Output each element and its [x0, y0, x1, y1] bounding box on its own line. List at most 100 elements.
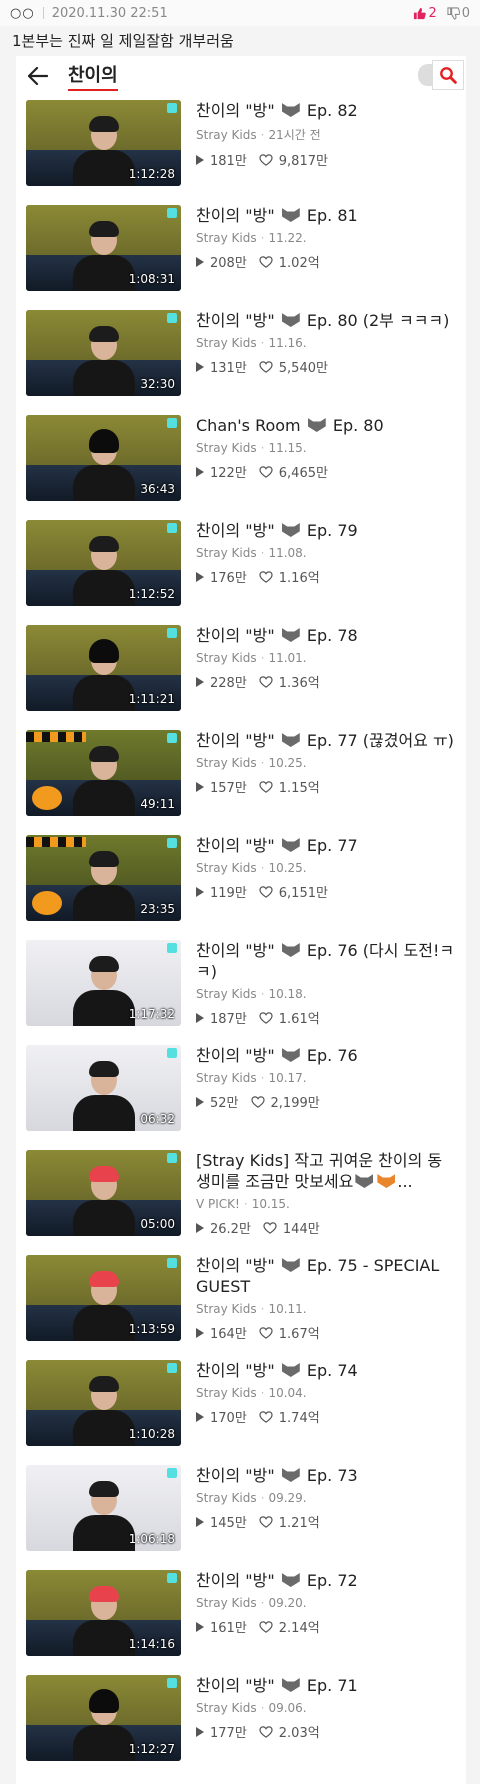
video-title[interactable]: 찬이의 "방" Ep. 81	[196, 205, 456, 226]
video-title[interactable]: 찬이의 "방" Ep. 78	[196, 625, 456, 646]
video-list-item[interactable]: 06:32 찬이의 "방" Ep. 76 Stray Kids · 10.17. 52만 2…	[16, 1045, 466, 1150]
video-thumbnail[interactable]: 1:14:16	[26, 1570, 181, 1656]
video-thumbnail[interactable]: 49:11	[26, 730, 181, 816]
thumbnail-person-body	[72, 1410, 135, 1446]
video-title-main: 찬이의 "방"	[196, 836, 275, 855]
video-title[interactable]: 찬이의 "방" Ep. 76 (다시 도전!ㅋㅋ)	[196, 940, 456, 982]
video-thumbnail[interactable]: 1:12:52	[26, 520, 181, 606]
fox-emoji-icon	[355, 1174, 374, 1188]
channel-name[interactable]: Stray Kids	[196, 546, 257, 560]
video-thumbnail[interactable]: 23:35	[26, 835, 181, 921]
video-list-item[interactable]: 1:17:32 찬이의 "방" Ep. 76 (다시 도전!ㅋㅋ) Stray Ki…	[16, 940, 466, 1045]
channel-name[interactable]: Stray Kids	[196, 651, 257, 665]
channel-name[interactable]: Stray Kids	[196, 1302, 257, 1316]
video-stats: 131만 5,540만	[196, 357, 456, 376]
channel-name[interactable]: Stray Kids	[196, 336, 257, 350]
thumbs-down-icon	[447, 6, 460, 20]
thumbnail-person-body	[72, 465, 135, 501]
video-stats: 119만 6,151만	[196, 882, 456, 901]
video-thumbnail[interactable]: 32:30	[26, 310, 181, 396]
video-title-main: 찬이의 "방"	[196, 206, 275, 225]
channel-name[interactable]: Stray Kids	[196, 231, 257, 245]
upvote-button[interactable]: 2	[413, 6, 437, 21]
video-title[interactable]: 찬이의 "방" Ep. 79	[196, 520, 456, 541]
fox-emoji-icon	[281, 313, 300, 327]
video-list-item[interactable]: 1:13:59 찬이의 "방" Ep. 75 - SPECIAL GUEST Str…	[16, 1255, 466, 1360]
channel-name[interactable]: Stray Kids	[196, 1071, 257, 1085]
vlive-badge-icon	[167, 523, 177, 533]
channel-name[interactable]: Stray Kids	[196, 441, 257, 455]
video-title[interactable]: [Stray Kids] 작고 귀여운 찬이의 동생미를 조금만 맛보세요...	[196, 1150, 456, 1192]
video-title-episode: Ep. 80	[332, 416, 384, 435]
video-thumbnail[interactable]: 1:13:59	[26, 1255, 181, 1341]
video-title[interactable]: 찬이의 "방" Ep. 74	[196, 1360, 456, 1381]
channel-name[interactable]: Stray Kids	[196, 1386, 257, 1400]
video-list-item[interactable]: 1:08:31 찬이의 "방" Ep. 81 Stray Kids · 11.22. 20…	[16, 205, 466, 310]
thumbnail-person-body	[72, 360, 135, 396]
video-list-item[interactable]: 23:35 찬이의 "방" Ep. 77 Stray Kids · 10.25. 119만…	[16, 835, 466, 940]
video-thumbnail[interactable]: 1:11:21	[26, 625, 181, 711]
video-stats: 52만 2,199만	[196, 1092, 456, 1111]
video-title[interactable]: 찬이의 "방" Ep. 76	[196, 1045, 456, 1066]
channel-name[interactable]: Stray Kids	[196, 861, 257, 875]
channel-name[interactable]: Stray Kids	[196, 1491, 257, 1505]
video-list-item[interactable]: 05:00 [Stray Kids] 작고 귀여운 찬이의 동생미를 조금만 맛보…	[16, 1150, 466, 1255]
video-title[interactable]: 찬이의 "방" Ep. 82	[196, 100, 456, 121]
video-meta: 찬이의 "방" Ep. 77 (끊겼어요 ㅠ) Stray Kids · 10.25.…	[196, 730, 456, 796]
search-query-text[interactable]: 찬이의	[68, 61, 118, 91]
search-button[interactable]	[432, 60, 464, 90]
video-thumbnail[interactable]: 06:32	[26, 1045, 181, 1131]
video-list-item[interactable]: 1:10:28 찬이의 "방" Ep. 74 Stray Kids · 10.04. 17…	[16, 1360, 466, 1465]
video-list-item[interactable]: 36:43 Chan's Room Ep. 80 Stray Kids · 11.15.…	[16, 415, 466, 520]
video-title[interactable]: Chan's Room Ep. 80	[196, 415, 456, 436]
channel-name[interactable]: Stray Kids	[196, 987, 257, 1001]
channel-name[interactable]: Stray Kids	[196, 1701, 257, 1715]
video-title[interactable]: 찬이의 "방" Ep. 71	[196, 1675, 456, 1696]
video-list-item[interactable]: 1:14:16 찬이의 "방" Ep. 72 Stray Kids · 09.20. 16…	[16, 1570, 466, 1675]
video-thumbnail[interactable]: 1:08:31	[26, 205, 181, 291]
video-title-episode: Ep. 82	[306, 101, 358, 120]
video-stats: 145만 1.21억	[196, 1512, 456, 1531]
video-list-item[interactable]: 32:30 찬이의 "방" Ep. 80 (2부 ㅋㅋㅋ) Stray Kids · 1…	[16, 310, 466, 415]
channel-name[interactable]: Stray Kids	[196, 1596, 257, 1610]
video-title[interactable]: 찬이의 "방" Ep. 72	[196, 1570, 456, 1591]
video-thumbnail[interactable]: 1:12:27	[26, 1675, 181, 1761]
author-name[interactable]: ○○	[10, 6, 35, 21]
play-count: 52만	[210, 1096, 239, 1111]
video-list-item[interactable]: 49:11 찬이의 "방" Ep. 77 (끊겼어요 ㅠ) Stray Kids · 1…	[16, 730, 466, 835]
video-title[interactable]: 찬이의 "방" Ep. 77	[196, 835, 456, 856]
video-list-item[interactable]: 1:12:27 찬이의 "방" Ep. 71 Stray Kids · 09.06. 17…	[16, 1675, 466, 1780]
video-title[interactable]: 찬이의 "방" Ep. 80 (2부 ㅋㅋㅋ)	[196, 310, 456, 331]
video-thumbnail[interactable]: 1:12:28	[26, 100, 181, 186]
video-list-item[interactable]: 1:06:18 찬이의 "방" Ep. 73 Stray Kids · 09.29. 14…	[16, 1465, 466, 1570]
video-thumbnail[interactable]: 36:43	[26, 415, 181, 501]
video-list-item[interactable]: 1:12:28 찬이의 "방" Ep. 82 Stray Kids · 21시간 전 18…	[16, 100, 466, 205]
thumbnail-person-hair	[88, 639, 119, 663]
video-title[interactable]: 찬이의 "방" Ep. 73	[196, 1465, 456, 1486]
vlive-badge-icon	[167, 313, 177, 323]
video-thumbnail[interactable]: 1:10:28	[26, 1360, 181, 1446]
channel-name[interactable]: Stray Kids	[196, 128, 257, 142]
channel-name[interactable]: Stray Kids	[196, 756, 257, 770]
video-thumbnail[interactable]: 05:00	[26, 1150, 181, 1236]
video-title[interactable]: 찬이의 "방" Ep. 77 (끊겼어요 ㅠ)	[196, 730, 456, 751]
video-duration: 1:11:21	[128, 692, 175, 706]
play-count-icon	[196, 1621, 204, 1632]
separator-dot: ·	[243, 1197, 248, 1211]
video-thumbnail[interactable]: 1:06:18	[26, 1465, 181, 1551]
back-arrow-icon[interactable]	[24, 62, 52, 90]
separator-dot: ·	[260, 128, 265, 142]
video-title[interactable]: 찬이의 "방" Ep. 75 - SPECIAL GUEST	[196, 1255, 456, 1297]
video-list-item[interactable]: 1:11:21 찬이의 "방" Ep. 78 Stray Kids · 11.01. 22…	[16, 625, 466, 730]
channel-name[interactable]: V PICK!	[196, 1197, 240, 1211]
video-subline: Stray Kids · 21시간 전	[196, 126, 456, 143]
like-count: 1.02억	[278, 256, 320, 271]
video-list-item[interactable]: 1:12:52 찬이의 "방" Ep. 79 Stray Kids · 11.08. 17…	[16, 520, 466, 625]
thumbnail-person-hair	[88, 1481, 119, 1497]
play-count: 157만	[210, 781, 247, 796]
thumbnail-person-hair	[88, 956, 119, 972]
video-thumbnail[interactable]: 1:17:32	[26, 940, 181, 1026]
downvote-button[interactable]: 0	[447, 6, 470, 21]
thumbnail-person-body	[72, 1305, 135, 1341]
vlive-badge-icon	[167, 838, 177, 848]
